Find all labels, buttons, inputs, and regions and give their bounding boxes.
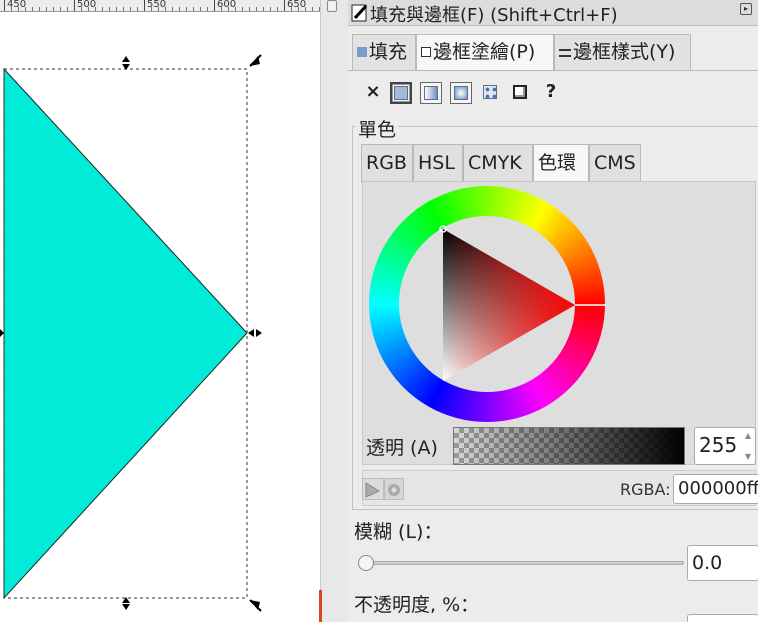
scale-handle-bottom[interactable] (122, 597, 130, 610)
blur-slider-knob[interactable] (358, 555, 374, 571)
blur-label: 模糊 (L)： (354, 521, 443, 543)
tab-cmyk[interactable]: CMYK (463, 144, 533, 182)
pattern-icon (483, 85, 497, 99)
canvas-area[interactable]: 450 500 550 600 650 (0, 0, 320, 622)
pen-icon (351, 4, 368, 22)
swatch-icon (513, 85, 527, 99)
section-label: 單色 (356, 115, 399, 142)
tab-fill[interactable]: 填充 (352, 34, 416, 70)
no-paint-button[interactable]: × (362, 82, 384, 104)
triangle-shape[interactable] (3, 67, 248, 600)
tab-hsl[interactable]: HSL (413, 144, 463, 182)
triangle-hue-overlay (443, 229, 575, 381)
tab-cms[interactable]: CMS (589, 144, 641, 182)
tab-color-wheel[interactable]: 色環 (533, 144, 589, 183)
pattern-button[interactable] (480, 82, 502, 104)
spin-down-icon[interactable]: ▼ (745, 452, 751, 461)
opacity-input[interactable] (687, 614, 758, 622)
linear-gradient-icon (424, 86, 438, 100)
rgba-input[interactable]: 000000ff (673, 474, 758, 504)
scale-handle-left[interactable] (0, 329, 4, 337)
blur-slider-track[interactable] (364, 561, 684, 565)
opacity-label: 不透明度, %： (354, 594, 480, 616)
tab-stroke-style[interactable]: 邊框樣式(Y) (554, 34, 691, 70)
scrollbar-handle[interactable] (327, 0, 337, 12)
canvas-scrollbar[interactable] (320, 0, 348, 622)
tab-stroke-paint[interactable]: 邊框塗繪(P) (416, 34, 554, 71)
stroke-paint-icon (421, 47, 431, 57)
color-managed-icon[interactable] (384, 478, 404, 500)
panel-title: 填充與邊框(F) (Shift+Ctrl+F) (370, 5, 618, 26)
stroke-style-icon (559, 49, 571, 57)
alpha-label: 透明 (A) (366, 437, 438, 459)
blur-input[interactable]: 0.0 (687, 545, 758, 581)
panel-menu-icon[interactable]: ▸ (740, 3, 752, 15)
linear-gradient-button[interactable] (420, 82, 442, 104)
color-wheel[interactable] (368, 185, 608, 425)
radial-gradient-icon (454, 86, 468, 100)
blur-slider[interactable] (358, 555, 686, 571)
spin-up-icon[interactable]: ▲ (745, 431, 751, 440)
scale-handle-top-right[interactable] (249, 54, 262, 67)
scale-handle-right[interactable] (248, 329, 262, 337)
rgba-label: RGBA: (620, 480, 671, 499)
radial-gradient-button[interactable] (450, 82, 472, 104)
fill-stroke-panel: 填充與邊框(F) (Shift+Ctrl+F) ▸ 填充 邊框塗繪(P) 邊框樣… (348, 0, 758, 622)
scale-handle-top[interactable] (122, 56, 130, 70)
flat-color-icon (394, 86, 408, 100)
swatch-button[interactable] (510, 82, 532, 104)
canvas-drawing[interactable] (0, 0, 320, 622)
alpha-gradient (454, 428, 684, 464)
panel-header: 填充與邊框(F) (Shift+Ctrl+F) ▸ (348, 0, 758, 26)
alpha-value[interactable]: 255 (699, 433, 737, 457)
scale-handle-bottom-right[interactable] (249, 599, 262, 612)
page-border-marker (319, 590, 322, 622)
unset-paint-button[interactable]: ? (540, 82, 562, 104)
fill-icon (357, 47, 367, 57)
alpha-spinbox[interactable]: 255 ▲ ▼ (694, 427, 756, 465)
color-picker-mode-icon[interactable] (362, 478, 384, 500)
flat-color-button[interactable] (390, 82, 412, 104)
alpha-slider[interactable] (453, 427, 685, 465)
tab-rgb[interactable]: RGB (361, 144, 413, 182)
